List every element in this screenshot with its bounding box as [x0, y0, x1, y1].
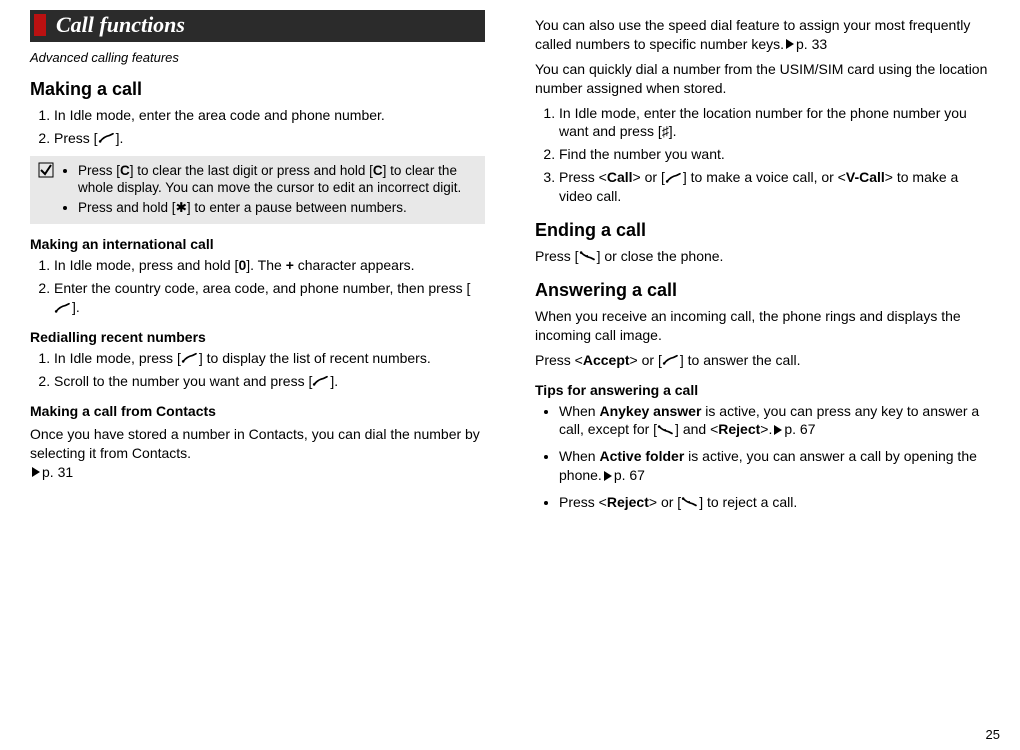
contacts-paragraph: Once you have stored a number in Contact…: [30, 425, 485, 482]
subtopic-international-call: Making an international call: [30, 236, 485, 252]
list-item: When Active folder is active, you can an…: [559, 447, 990, 485]
speed-dial-paragraph: You can also use the speed dial feature …: [535, 16, 990, 54]
section-title: Call functions: [56, 12, 185, 38]
tip-item: Press and hold [✱] to enter a pause betw…: [78, 199, 477, 217]
section-header: Call functions: [30, 10, 485, 42]
call-icon: [662, 354, 680, 366]
tip-item: Press [C] to clear the last digit or pre…: [78, 162, 477, 197]
answering-tips-list: When Anykey answer is active, you can pr…: [535, 402, 990, 512]
check-icon: [38, 162, 56, 219]
topic-answering-a-call: Answering a call: [535, 280, 990, 301]
topic-ending-a-call: Ending a call: [535, 220, 990, 241]
ending-call-paragraph: Press [] or close the phone.: [535, 247, 990, 266]
list-item: Press <Reject> or [] to reject a call.: [559, 493, 990, 512]
reference-arrow-icon: [32, 467, 40, 477]
subtopic-answering-tips: Tips for answering a call: [535, 382, 990, 398]
call-icon: [181, 352, 199, 364]
call-icon: [98, 132, 116, 144]
subtopic-call-from-contacts: Making a call from Contacts: [30, 403, 485, 419]
call-icon: [665, 172, 683, 184]
redialling-steps: In Idle mode, press [] to display the li…: [30, 349, 485, 391]
end-icon: [681, 496, 699, 508]
sim-dial-steps: In Idle mode, enter the location number …: [535, 104, 990, 206]
call-icon: [312, 375, 330, 387]
reference-arrow-icon: [774, 425, 782, 435]
list-item: In Idle mode, enter the area code and ph…: [54, 106, 485, 125]
subtopic-redialling: Redialling recent numbers: [30, 329, 485, 345]
reference-arrow-icon: [786, 39, 794, 49]
end-icon: [657, 424, 675, 436]
reference-arrow-icon: [604, 471, 612, 481]
call-icon: [54, 302, 72, 314]
list-item: Scroll to the number you want and press …: [54, 372, 485, 391]
section-subtitle: Advanced calling features: [30, 50, 485, 65]
right-column: You can also use the speed dial feature …: [535, 10, 990, 520]
list-item: Press [].: [54, 129, 485, 148]
list-item: When Anykey answer is active, you can pr…: [559, 402, 990, 440]
sim-dial-paragraph: You can quickly dial a number from the U…: [535, 60, 990, 98]
list-item: In Idle mode, press [] to display the li…: [54, 349, 485, 368]
list-item: Find the number you want.: [559, 145, 990, 164]
list-item: In Idle mode, enter the location number …: [559, 104, 990, 142]
list-item: Enter the country code, area code, and p…: [54, 279, 485, 317]
header-accent-bar: [34, 14, 46, 36]
end-icon: [579, 250, 597, 262]
list-item: Press <Call> or [] to make a voice call,…: [559, 168, 990, 206]
making-call-steps: In Idle mode, enter the area code and ph…: [30, 106, 485, 148]
incoming-call-paragraph: When you receive an incoming call, the p…: [535, 307, 990, 345]
tip-box: Press [C] to clear the last digit or pre…: [30, 156, 485, 225]
international-call-steps: In Idle mode, press and hold [0]. The + …: [30, 256, 485, 317]
left-column: Call functions Advanced calling features…: [30, 10, 485, 520]
list-item: In Idle mode, press and hold [0]. The + …: [54, 256, 485, 275]
page-number: 25: [986, 727, 1000, 742]
accept-call-paragraph: Press <Accept> or [] to answer the call.: [535, 351, 990, 370]
topic-making-a-call: Making a call: [30, 79, 485, 100]
